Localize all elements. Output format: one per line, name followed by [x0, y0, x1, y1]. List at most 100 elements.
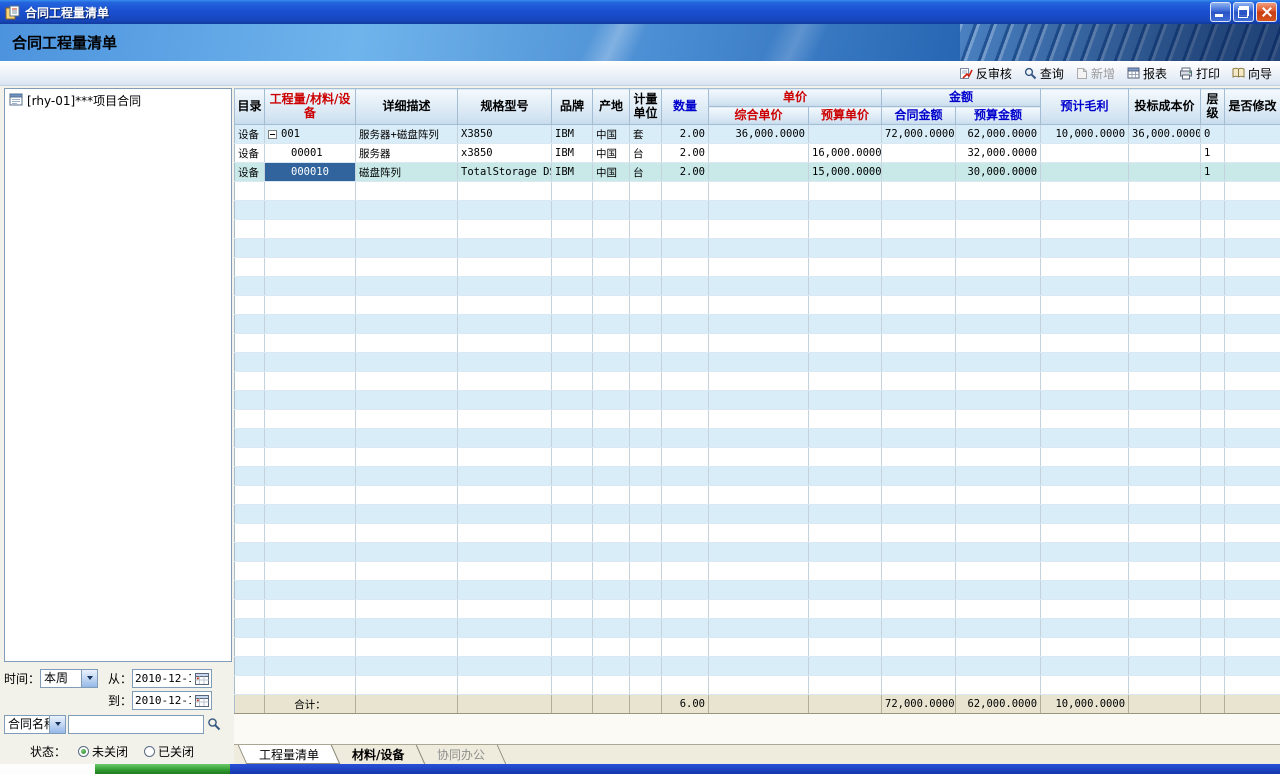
grid-cell-origin[interactable] [593, 486, 630, 505]
grid-cell-origin[interactable] [593, 505, 630, 524]
grid-cell-budget_amt[interactable] [956, 562, 1041, 581]
grid-cell-dir[interactable] [235, 258, 265, 277]
grid-cell-spec[interactable] [458, 543, 552, 562]
grid-cell-gross_profit[interactable] [1041, 562, 1129, 581]
grid-cell-level[interactable] [1201, 619, 1225, 638]
grid-cell-budget_amt[interactable]: 32,000.0000 [956, 144, 1041, 163]
grid-cell-modified[interactable] [1225, 201, 1280, 220]
grid-cell-budget_price[interactable] [809, 467, 882, 486]
grid-empty-row[interactable] [235, 201, 1280, 220]
grid-cell-gross_profit[interactable] [1041, 182, 1129, 201]
grid-cell-gross_profit[interactable] [1041, 201, 1129, 220]
grid-cell-qty[interactable] [662, 277, 709, 296]
grid-cell-budget_amt[interactable] [956, 372, 1041, 391]
grid-cell-item[interactable] [265, 467, 356, 486]
grid-cell-dir[interactable] [235, 448, 265, 467]
grid-cell-item[interactable]: 001 [265, 125, 356, 144]
grid-cell-desc[interactable] [356, 296, 458, 315]
grid-cell-unit[interactable] [630, 524, 662, 543]
grid-cell-comp_price[interactable] [709, 543, 809, 562]
grid-cell-spec[interactable] [458, 600, 552, 619]
grid-empty-row[interactable] [235, 391, 1280, 410]
grid-cell-qty[interactable] [662, 315, 709, 334]
grid-empty-row[interactable] [235, 372, 1280, 391]
grid-cell-gross_profit[interactable] [1041, 296, 1129, 315]
grid-cell-modified[interactable] [1225, 638, 1280, 657]
grid-cell-contract_amt[interactable] [882, 486, 956, 505]
grid-cell-bid_cost[interactable] [1129, 201, 1201, 220]
grid-cell-budget_amt[interactable] [956, 429, 1041, 448]
grid-cell-item[interactable] [265, 182, 356, 201]
grid-cell-item[interactable] [265, 657, 356, 676]
grid-cell-origin[interactable] [593, 524, 630, 543]
grid-cell-unit[interactable] [630, 467, 662, 486]
grid-cell-comp_price[interactable] [709, 182, 809, 201]
grid-cell-brand[interactable] [552, 676, 593, 695]
grid-cell-level[interactable]: 1 [1201, 144, 1225, 163]
grid-empty-row[interactable] [235, 524, 1280, 543]
grid-cell-brand[interactable] [552, 372, 593, 391]
grid-cell-spec[interactable] [458, 372, 552, 391]
grid-cell-origin[interactable] [593, 334, 630, 353]
grid-empty-row[interactable] [235, 315, 1280, 334]
grid-cell-brand[interactable] [552, 277, 593, 296]
grid-cell-item[interactable] [265, 372, 356, 391]
date-to-input[interactable] [133, 694, 193, 707]
grid-cell-budget_price[interactable] [809, 486, 882, 505]
grid-cell-budget_price[interactable] [809, 505, 882, 524]
grid-cell-gross_profit[interactable] [1041, 619, 1129, 638]
grid-cell-brand[interactable] [552, 258, 593, 277]
grid-cell-unit[interactable] [630, 201, 662, 220]
grid-cell-dir[interactable] [235, 676, 265, 695]
grid-cell-contract_amt[interactable] [882, 353, 956, 372]
grid-cell-spec[interactable] [458, 562, 552, 581]
grid-cell-gross_profit[interactable] [1041, 429, 1129, 448]
grid-cell-desc[interactable] [356, 315, 458, 334]
grid-cell-modified[interactable] [1225, 353, 1280, 372]
grid-cell-origin[interactable] [593, 657, 630, 676]
tab-material-equipment[interactable]: 材料/设备 [331, 745, 426, 764]
grid-cell-item[interactable] [265, 334, 356, 353]
grid-cell-spec[interactable] [458, 315, 552, 334]
grid-cell-budget_price[interactable] [809, 277, 882, 296]
grid-cell-gross_profit[interactable] [1041, 315, 1129, 334]
grid-cell-modified[interactable] [1225, 467, 1280, 486]
grid-cell-origin[interactable] [593, 353, 630, 372]
grid-cell-budget_amt[interactable] [956, 220, 1041, 239]
grid-cell-item[interactable] [265, 410, 356, 429]
grid-cell-budget_price[interactable] [809, 543, 882, 562]
grid-cell-gross_profit[interactable] [1041, 353, 1129, 372]
grid-cell-budget_amt[interactable] [956, 391, 1041, 410]
grid-cell-level[interactable] [1201, 182, 1225, 201]
grid-cell-unit[interactable] [630, 505, 662, 524]
grid-cell-dir[interactable] [235, 391, 265, 410]
grid-cell-level[interactable] [1201, 676, 1225, 695]
grid-cell-origin[interactable] [593, 562, 630, 581]
grid-cell-brand[interactable] [552, 315, 593, 334]
grid-cell-brand[interactable] [552, 524, 593, 543]
grid-cell-contract_amt[interactable] [882, 581, 956, 600]
grid-cell-bid_cost[interactable] [1129, 315, 1201, 334]
grid-cell-level[interactable] [1201, 410, 1225, 429]
grid-cell-item[interactable] [265, 429, 356, 448]
date-from-input[interactable] [133, 672, 193, 685]
grid-cell-unit[interactable] [630, 296, 662, 315]
grid-cell-desc[interactable] [356, 467, 458, 486]
grid-cell-budget_amt[interactable] [956, 524, 1041, 543]
grid-cell-origin[interactable] [593, 619, 630, 638]
grid-cell-desc[interactable] [356, 505, 458, 524]
grid-cell-unit[interactable] [630, 600, 662, 619]
grid-cell-spec[interactable] [458, 239, 552, 258]
grid-cell-qty[interactable] [662, 391, 709, 410]
grid-cell-qty[interactable] [662, 201, 709, 220]
grid-cell-modified[interactable] [1225, 410, 1280, 429]
grid-cell-dir[interactable] [235, 619, 265, 638]
grid-cell-budget_amt[interactable] [956, 486, 1041, 505]
col-header-gross_profit[interactable]: 预计毛利 [1041, 89, 1129, 125]
grid-cell-unit[interactable] [630, 562, 662, 581]
grid-cell-gross_profit[interactable] [1041, 524, 1129, 543]
grid-cell-origin[interactable] [593, 581, 630, 600]
grid-cell-brand[interactable] [552, 467, 593, 486]
grid-cell-bid_cost[interactable] [1129, 391, 1201, 410]
grid-cell-budget_amt[interactable] [956, 182, 1041, 201]
